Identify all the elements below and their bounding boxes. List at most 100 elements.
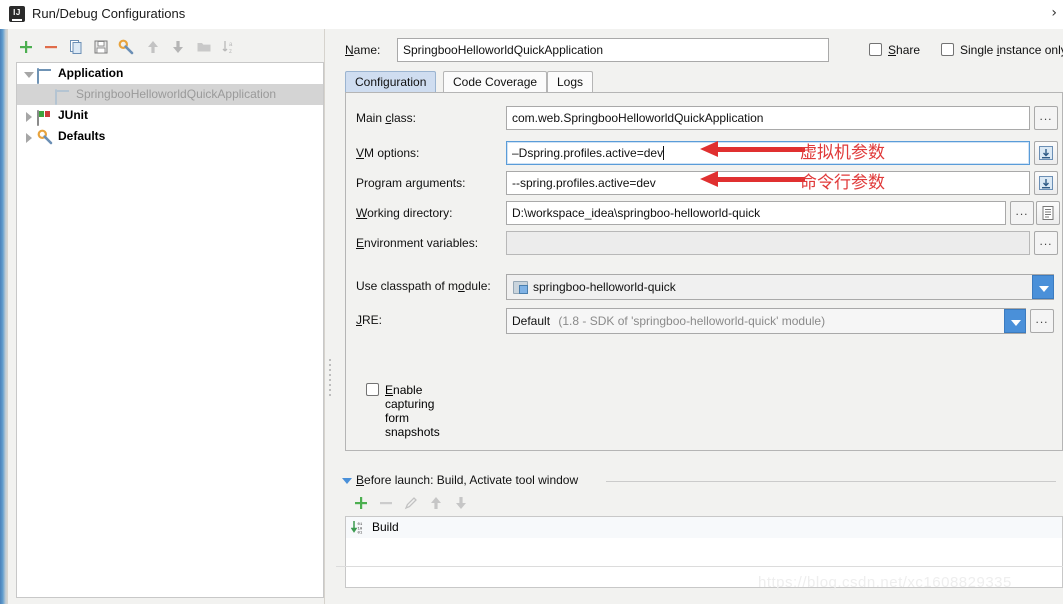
add-configuration-button[interactable] — [16, 37, 36, 57]
wrench-icon — [37, 129, 53, 145]
configurations-tree[interactable]: Application SpringbooHelloworldQuickAppl… — [16, 62, 324, 598]
task-label: Build — [372, 520, 399, 534]
main-class-browse-button[interactable]: ... — [1034, 106, 1058, 130]
chevron-down-icon[interactable] — [21, 66, 37, 82]
expand-editor-icon — [1039, 176, 1053, 190]
main-class-field[interactable]: com.web.SpringbooHelloworldQuickApplicat… — [506, 106, 1030, 130]
folder-icon — [197, 43, 211, 52]
tree-node-springboo-helloworld-quick-application[interactable]: SpringbooHelloworldQuickApplication — [17, 84, 323, 105]
vm-options-label: VM options: — [356, 146, 420, 160]
vm-options-annotation-text: 虚拟机参数 — [800, 143, 885, 163]
enable-snapshots-checkbox[interactable] — [366, 383, 379, 396]
build-icon: 01 10 01 — [350, 520, 367, 536]
dialog-titlebar: IJ Run/Debug Configurations › — [0, 0, 1063, 29]
panel-splitter[interactable] — [325, 29, 336, 604]
chevron-right-icon[interactable]: › — [1051, 5, 1057, 21]
working-directory-browse-button[interactable]: ... — [1010, 201, 1034, 225]
ellipsis-icon: ... — [1015, 204, 1029, 218]
insert-macro-icon — [1042, 206, 1054, 220]
working-directory-macro-button[interactable] — [1036, 201, 1060, 225]
jre-value: Default — [512, 314, 551, 328]
environment-variables-field[interactable] — [506, 231, 1030, 255]
main-class-label: Main class: — [356, 111, 417, 125]
chevron-down-icon[interactable] — [342, 478, 352, 484]
tree-node-label: Defaults — [58, 129, 106, 143]
arrow-down-icon — [456, 497, 466, 509]
configurations-left-panel: a z Application SpringbooHelloworldQuick… — [8, 29, 325, 604]
configuration-right-panel: Name: SpringbooHelloworldQuickApplicatio… — [336, 29, 1063, 604]
tab-configuration[interactable]: Configuration — [345, 71, 437, 93]
program-arguments-label: Program arguments: — [356, 176, 466, 190]
pencil-icon — [404, 497, 417, 510]
configuration-tabs: Configuration Code Coverage Logs — [345, 71, 1063, 93]
environment-variables-label: Environment variables: — [356, 236, 479, 250]
chevron-right-icon[interactable] — [21, 108, 37, 124]
jre-combo[interactable]: Default (1.8 - SDK of 'springboo-hellowo… — [506, 308, 1026, 334]
tree-node-application[interactable]: Application — [17, 63, 323, 84]
single-instance-only-label: Single instance only — [960, 43, 1063, 57]
use-classpath-of-module-row: Use classpath of module: springboo-hello… — [346, 274, 1063, 300]
ellipsis-icon: ... — [1035, 312, 1049, 326]
application-icon — [55, 87, 71, 105]
window-left-edge — [0, 0, 8, 604]
share-checkbox[interactable] — [869, 43, 882, 56]
name-label: Name: — [345, 43, 381, 57]
single-instance-only-checkbox[interactable] — [941, 43, 954, 56]
name-row: Name: SpringbooHelloworldQuickApplicatio… — [345, 38, 1063, 62]
vm-options-expand-button[interactable] — [1034, 141, 1058, 165]
move-up-button[interactable] — [143, 37, 163, 57]
watermark-text: https://blog.csdn.net/xc1608829335 — [758, 574, 1012, 591]
copy-icon — [70, 40, 82, 54]
ellipsis-icon: ... — [1039, 109, 1053, 123]
use-classpath-of-module-dropdown-arrow[interactable] — [1032, 275, 1054, 299]
edit-task-button — [401, 493, 421, 513]
before-launch-title: Before launch: Build, Activate tool wind… — [356, 473, 579, 487]
edit-defaults-button[interactable] — [116, 37, 136, 57]
tree-node-label: SpringbooHelloworldQuickApplication — [76, 87, 277, 101]
working-directory-field[interactable]: D:\workspace_idea\springboo-helloworld-q… — [506, 201, 1006, 225]
tab-code-coverage[interactable]: Code Coverage — [443, 71, 548, 93]
jre-dropdown-arrow[interactable] — [1004, 309, 1026, 333]
environment-variables-browse-button[interactable]: ... — [1034, 231, 1058, 255]
jre-browse-button[interactable]: ... — [1030, 309, 1054, 333]
working-directory-row: Working directory: D:\workspace_idea\spr… — [346, 201, 1063, 225]
sort-alpha-icon: a z — [222, 41, 233, 55]
chevron-right-icon[interactable] — [21, 129, 37, 145]
minus-icon — [45, 46, 57, 49]
svg-text:01: 01 — [358, 532, 363, 535]
share-label: Share — [888, 43, 921, 57]
tab-logs[interactable]: Logs — [547, 71, 594, 93]
copy-configuration-button[interactable] — [66, 37, 86, 57]
program-arguments-annotation-text: 命令行参数 — [800, 173, 885, 193]
plus-icon — [355, 497, 367, 509]
module-icon — [513, 281, 528, 294]
program-arguments-expand-button[interactable] — [1034, 171, 1058, 195]
splitter-handle[interactable] — [329, 359, 332, 405]
arrow-up-icon — [431, 497, 441, 509]
tree-node-label: JUnit — [58, 108, 88, 122]
tree-node-defaults[interactable]: Defaults — [17, 126, 323, 147]
add-task-button[interactable] — [351, 493, 371, 513]
plus-icon — [20, 41, 32, 53]
bottom-separator — [336, 566, 1063, 567]
intellij-idea-icon: IJ — [9, 6, 25, 22]
task-move-up-button — [426, 493, 446, 513]
jre-row: JRE: Default (1.8 - SDK of 'springboo-he… — [346, 308, 1063, 334]
remove-configuration-button[interactable] — [41, 37, 61, 57]
main-class-row: Main class: com.web.SpringbooHelloworldQ… — [346, 106, 1063, 130]
svg-text:a: a — [229, 42, 233, 48]
program-arguments-annotation-arrow — [700, 171, 805, 187]
jre-label: JRE: — [356, 313, 383, 327]
text-caret — [663, 146, 665, 160]
create-folder-button[interactable] — [194, 37, 214, 57]
save-configuration-button[interactable] — [91, 37, 111, 57]
working-directory-label: Working directory: — [356, 206, 453, 220]
tree-toolbar: a z — [8, 33, 325, 61]
sort-button[interactable]: a z — [219, 37, 239, 57]
tree-node-junit[interactable]: JUnit — [17, 105, 323, 126]
use-classpath-of-module-combo[interactable]: springboo-helloworld-quick — [506, 274, 1054, 300]
task-row-build[interactable]: 01 10 01 Build — [346, 517, 1062, 538]
name-input[interactable]: SpringbooHelloworldQuickApplication — [397, 38, 829, 62]
save-icon — [94, 40, 108, 54]
move-down-button[interactable] — [168, 37, 188, 57]
